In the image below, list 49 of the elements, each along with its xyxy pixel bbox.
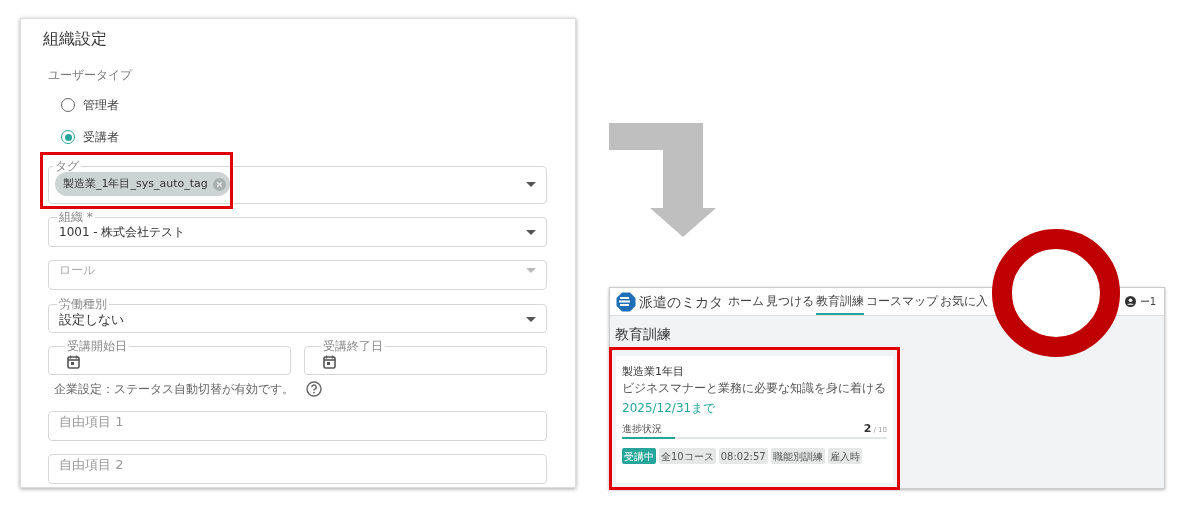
field-label: 受講終了日 xyxy=(322,340,384,352)
nav-link[interactable]: ホーム xyxy=(728,288,764,315)
field-placeholder: 自由項目 2 xyxy=(59,456,124,474)
logo-icon xyxy=(616,291,636,312)
help-icon[interactable] xyxy=(306,381,322,397)
field-label: 受講開始日 xyxy=(66,340,128,352)
user-icon[interactable] xyxy=(1124,296,1136,307)
deadline-text: 2025/12/31まで xyxy=(622,401,717,416)
caret-icon xyxy=(526,267,536,273)
radio-label: 受講者 xyxy=(83,129,119,146)
field-label: 労働種別 xyxy=(58,298,108,310)
nav-link[interactable]: 教育訓練 xyxy=(816,288,864,315)
course-tag: 全10コース xyxy=(659,448,716,464)
field-value: 1001 - 株式会社テスト xyxy=(59,224,187,241)
field-placeholder: ロール xyxy=(59,262,96,279)
page-title: 教育訓練 xyxy=(615,325,672,344)
progress-label: 進捗状況 xyxy=(622,422,662,435)
panel-title: 組織設定 xyxy=(43,28,108,50)
date-field[interactable]: 受講終了日 xyxy=(304,340,547,375)
nav-link[interactable]: お気に入 xyxy=(940,288,988,315)
caret-icon xyxy=(526,317,536,323)
field-value: 設定しない xyxy=(59,311,125,329)
course-tag: 職能別訓練 xyxy=(770,448,825,464)
tag-select[interactable]: タグ 製造業_1年目_sys_auto_tag xyxy=(48,160,547,204)
organization-select[interactable]: 組織 * 1001 - 株式会社テスト xyxy=(48,211,547,247)
caret-icon xyxy=(526,181,536,187)
calendar-icon[interactable] xyxy=(323,354,336,369)
chip-label: 製造業_1年目_sys_auto_tag xyxy=(63,175,208,192)
calendar-icon[interactable] xyxy=(67,354,80,369)
course-description: ビジネスマナーと業務に必要な知識を身に着ける xyxy=(622,381,887,396)
course-tag: 受講中 xyxy=(622,448,656,464)
course-tag: 雇入時 xyxy=(827,448,862,464)
work-type-select[interactable]: 労働種別 設定しない xyxy=(48,298,547,333)
date-field[interactable]: 受講開始日 xyxy=(48,340,291,375)
field-label: タグ xyxy=(54,160,80,172)
nav-link[interactable]: コースマップ xyxy=(866,288,938,315)
tag-chip[interactable]: 製造業_1年目_sys_auto_tag xyxy=(55,172,230,196)
course-tag: 08:02:57 xyxy=(718,448,768,464)
field-label: ユーザータイプ xyxy=(48,67,134,83)
field-label: 組織 * xyxy=(58,211,94,223)
user-name[interactable]: ー1 xyxy=(1139,294,1156,309)
field-placeholder: 自由項目 1 xyxy=(59,413,124,431)
nav-link[interactable]: 見つける xyxy=(766,288,814,315)
note-text: 企業設定：ステータス自動切替が有効です。 xyxy=(54,381,294,398)
logo-text: 派遣のミカタ xyxy=(639,292,723,312)
course-title: 製造業1年目 xyxy=(622,365,685,379)
caret-icon xyxy=(526,229,536,235)
radio-label: 管理者 xyxy=(83,97,119,114)
progress-count: 2 xyxy=(863,422,872,435)
